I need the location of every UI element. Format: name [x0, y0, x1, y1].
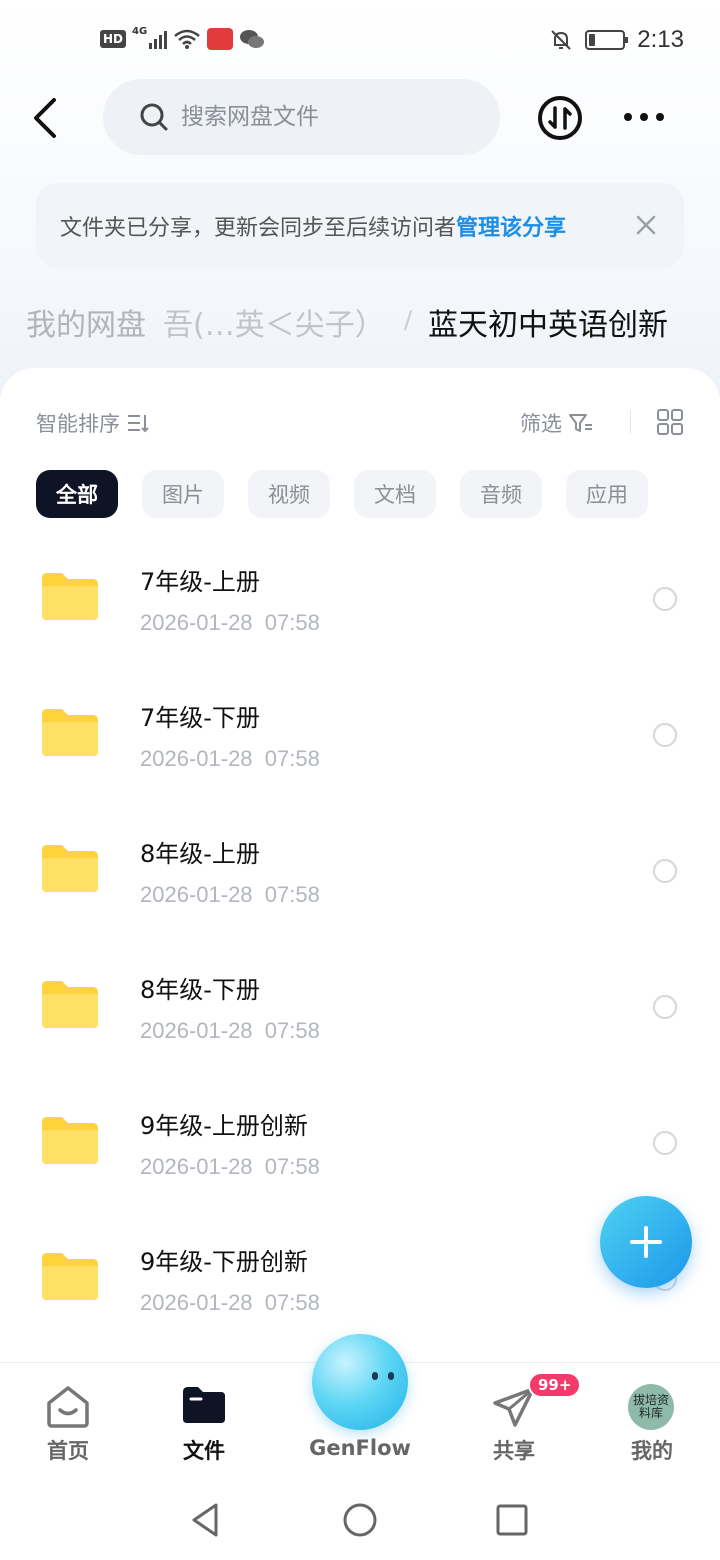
tab-audio[interactable]: 音频 [460, 470, 542, 518]
file-type-tabs: 全部 图片 视频 文档 音频 应用 [36, 470, 648, 518]
status-bar: HD 4G 2:13 [0, 22, 720, 62]
wifi-icon [174, 29, 200, 49]
file-row[interactable]: 9年级-上册创新 2026-01-28 07:58 [0, 1084, 720, 1220]
folder-icon [42, 1117, 98, 1164]
file-name: 7年级-上册 [140, 568, 260, 596]
signal-icon [149, 29, 168, 49]
genflow-button[interactable] [312, 1334, 408, 1430]
search-icon [140, 103, 168, 131]
bell-muted-icon [551, 30, 571, 50]
more-icon-dot [640, 113, 648, 121]
tab-documents[interactable]: 文档 [354, 470, 436, 518]
select-radio[interactable] [653, 859, 677, 883]
file-name: 7年级-下册 [140, 704, 260, 732]
status-clock: 2:13 [637, 26, 684, 53]
select-radio[interactable] [653, 723, 677, 747]
back-button[interactable] [28, 96, 68, 140]
file-date: 2026-01-28 07:58 [140, 746, 320, 771]
file-row[interactable]: 7年级-上册 2026-01-28 07:58 [0, 540, 720, 676]
filter-label: 筛选 [520, 412, 562, 436]
folder-icon [42, 573, 98, 620]
folder-icon [42, 1253, 98, 1300]
add-button[interactable] [600, 1196, 692, 1288]
select-radio[interactable] [653, 587, 677, 611]
system-recents-icon[interactable] [492, 1500, 532, 1540]
avatar[interactable]: 拔培资料库 [628, 1384, 674, 1430]
more-icon-dot [656, 113, 664, 121]
tab-all[interactable]: 全部 [36, 470, 118, 518]
close-icon[interactable] [634, 213, 658, 237]
breadcrumb: 我的网盘 吾(…英＜尖子） / 蓝天初中英语创新 [0, 296, 720, 352]
nav-home-label: 首页 [47, 1439, 89, 1463]
nav-share-label: 共享 [493, 1439, 535, 1463]
genflow-label[interactable]: GenFlow [300, 1436, 420, 1460]
folder-icon [42, 845, 98, 892]
file-name: 8年级-下册 [140, 976, 260, 1004]
breadcrumb-current: 蓝天初中英语创新 [428, 308, 668, 343]
file-name: 9年级-上册创新 [140, 1112, 308, 1140]
system-nav-bar [0, 1480, 720, 1560]
transfer-icon [538, 96, 582, 140]
file-date: 2026-01-28 07:58 [140, 882, 320, 907]
tab-videos[interactable]: 视频 [248, 470, 330, 518]
file-date: 2026-01-28 07:58 [140, 1154, 320, 1179]
nav-files[interactable]: 文件 [144, 1363, 264, 1471]
home-icon [47, 1386, 89, 1428]
select-radio[interactable] [653, 1131, 677, 1155]
network-type: 4G [132, 25, 148, 37]
nav-home[interactable]: 首页 [8, 1363, 128, 1471]
search-bar[interactable] [103, 79, 500, 155]
breadcrumb-parent[interactable]: 吾(…英＜尖子） [163, 300, 385, 344]
genflow-eye [372, 1372, 378, 1380]
files-icon [183, 1387, 225, 1423]
toolbar-divider [630, 410, 631, 434]
file-name: 9年级-下册创新 [140, 1248, 308, 1276]
genflow-eye [388, 1372, 394, 1380]
file-row[interactable]: 8年级-下册 2026-01-28 07:58 [0, 948, 720, 1084]
sort-label: 智能排序 [36, 412, 120, 436]
system-back-icon[interactable] [186, 1500, 226, 1540]
share-notice: 文件夹已分享，更新会同步至后续访问者 管理该分享 [36, 183, 684, 269]
app-notification-icon [207, 28, 234, 50]
file-row[interactable]: 7年级-下册 2026-01-28 07:58 [0, 676, 720, 812]
nav-files-label: 文件 [183, 1439, 225, 1463]
hd-badge: HD [100, 30, 127, 48]
view-toggle-button[interactable] [656, 408, 684, 436]
share-notice-message: 文件夹已分享，更新会同步至后续访问者 [60, 216, 457, 241]
file-name: 8年级-上册 [140, 840, 260, 868]
nav-mine-label: 我的 [631, 1439, 673, 1463]
filter-icon [569, 414, 592, 432]
file-date: 2026-01-28 07:58 [140, 1018, 320, 1043]
filter-button[interactable]: 筛选 [520, 408, 594, 438]
grid-view-icon [657, 409, 683, 435]
wechat-icon [240, 30, 265, 48]
back-icon [34, 98, 56, 138]
sort-icon [128, 415, 149, 433]
share-badge: 99+ [528, 1372, 582, 1398]
sort-button[interactable]: 智能排序 [36, 408, 150, 438]
file-date: 2026-01-28 07:58 [140, 1290, 320, 1315]
tab-apps[interactable]: 应用 [566, 470, 648, 518]
more-icon-dot [624, 113, 632, 121]
file-date: 2026-01-28 07:58 [140, 610, 320, 635]
select-radio[interactable] [653, 995, 677, 1019]
battery-icon [585, 30, 629, 50]
folder-icon [42, 709, 98, 756]
more-button[interactable] [620, 102, 668, 132]
folder-icon [42, 981, 98, 1028]
breadcrumb-root[interactable]: 我的网盘 [26, 300, 146, 344]
search-input[interactable] [181, 104, 481, 130]
transfer-button[interactable] [537, 95, 583, 141]
manage-share-link[interactable]: 管理该分享 [456, 210, 566, 242]
tab-images[interactable]: 图片 [142, 470, 224, 518]
breadcrumb-separator: / [404, 306, 413, 334]
system-home-icon[interactable] [340, 1500, 380, 1540]
file-row[interactable]: 8年级-上册 2026-01-28 07:58 [0, 812, 720, 948]
